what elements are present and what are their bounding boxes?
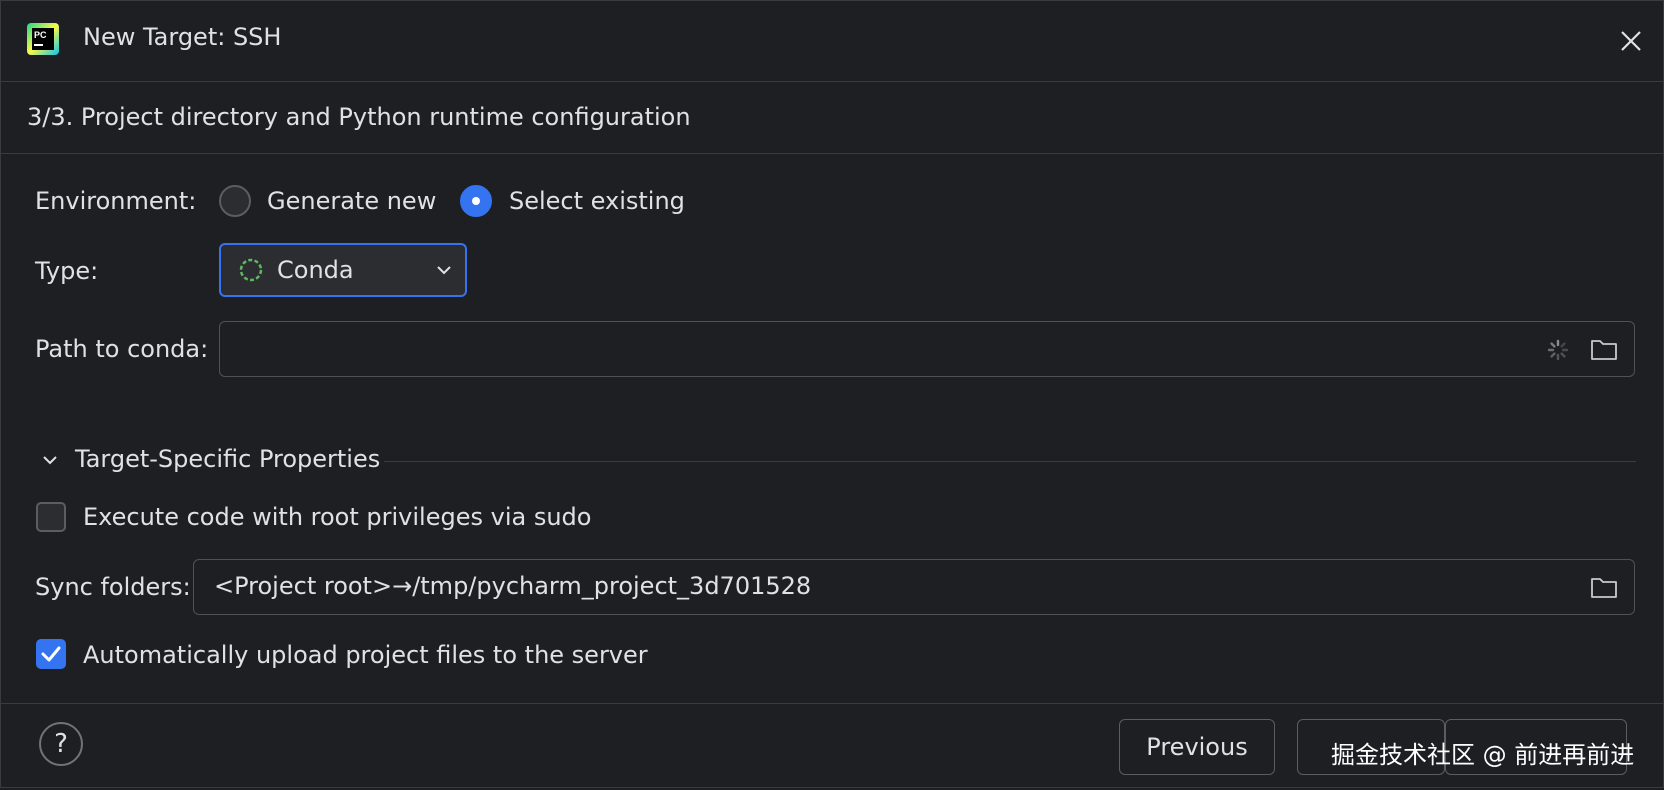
sudo-checkbox[interactable] [36, 502, 66, 532]
loading-spinner-icon [1547, 339, 1569, 361]
dialog-title: New Target: SSH [83, 23, 282, 51]
conda-path-input[interactable] [219, 321, 1635, 377]
watermark-text: 掘金技术社区 @ 前进再前进 [1331, 741, 1635, 769]
type-dropdown-value: Conda [277, 256, 354, 284]
radio-generate-new-label[interactable]: Generate new [267, 187, 436, 215]
previous-button[interactable]: Previous [1119, 719, 1275, 775]
section-title[interactable]: Target-Specific Properties [75, 445, 380, 473]
auto-upload-checkbox[interactable] [36, 639, 66, 669]
sync-folders-value: <Project root>→/tmp/pycharm_project_3d70… [214, 572, 812, 600]
type-dropdown[interactable]: Conda [219, 243, 467, 297]
auto-upload-label[interactable]: Automatically upload project files to th… [83, 641, 648, 669]
radio-select-existing[interactable] [460, 185, 492, 217]
section-divider [384, 461, 1636, 462]
help-button[interactable]: ? [39, 722, 83, 766]
pycharm-app-icon: PC [27, 23, 59, 55]
checkmark-icon [41, 646, 61, 662]
sync-folders-input[interactable]: <Project root>→/tmp/pycharm_project_3d70… [193, 559, 1635, 615]
chevron-down-icon [437, 266, 451, 275]
section-collapse-icon[interactable] [39, 449, 61, 471]
sudo-checkbox-label[interactable]: Execute code with root privileges via su… [83, 503, 591, 531]
conda-spinner-icon [239, 258, 263, 282]
radio-select-existing-label[interactable]: Select existing [509, 187, 685, 215]
new-target-dialog: PC New Target: SSH 3/3. Project director… [0, 0, 1664, 788]
type-label: Type: [35, 257, 99, 285]
step-header: 3/3. Project directory and Python runtim… [1, 81, 1663, 154]
environment-label: Environment: [35, 187, 197, 215]
radio-generate-new[interactable] [219, 185, 251, 217]
browse-folder-icon[interactable] [1590, 575, 1618, 599]
step-title: 3/3. Project directory and Python runtim… [27, 103, 691, 131]
close-icon[interactable] [1617, 27, 1645, 55]
title-bar: PC New Target: SSH [1, 1, 1663, 82]
app-icon-text: PC [34, 30, 47, 40]
sync-folders-label: Sync folders: [35, 573, 191, 601]
path-to-conda-label: Path to conda: [35, 335, 209, 363]
browse-folder-icon[interactable] [1590, 337, 1618, 361]
